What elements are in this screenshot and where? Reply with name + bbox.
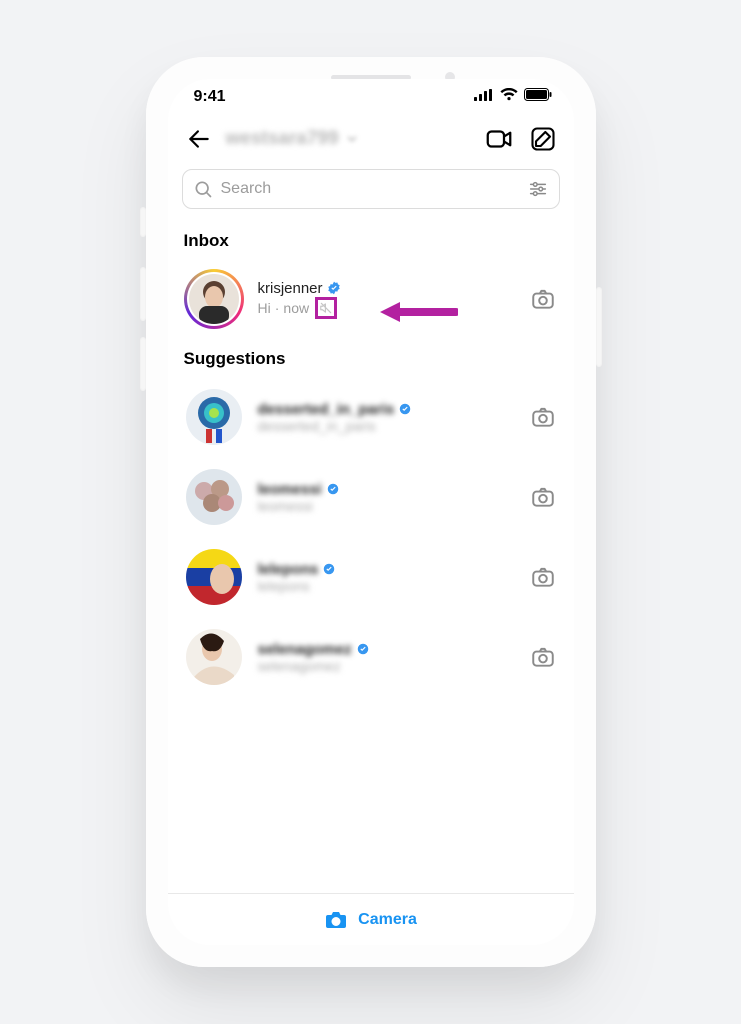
camera-icon [324, 908, 348, 932]
mute-switch [140, 207, 146, 237]
inbox-section-title: Inbox [168, 221, 574, 259]
verified-badge-icon [326, 482, 340, 496]
mute-icon [319, 301, 333, 315]
camera-shortcut[interactable] [528, 404, 558, 430]
suggestion-subtitle: desserted_in_paris [258, 418, 376, 434]
muted-indicator [315, 297, 337, 319]
suggestions-section-title: Suggestions [168, 339, 574, 377]
avatar [186, 629, 242, 685]
avatar [189, 274, 239, 324]
search-input[interactable]: Search [182, 169, 560, 209]
video-icon [484, 124, 514, 154]
volume-up [140, 267, 146, 321]
search-wrap: Search [168, 163, 574, 221]
suggestion-subtitle: leomessi [258, 498, 313, 514]
suggestion-username: selenagomez [258, 641, 352, 658]
search-placeholder: Search [221, 180, 519, 198]
suggestion-row[interactable]: desserted_in_paris desserted_in_paris [168, 377, 574, 457]
suggestion-username: leomessi [258, 481, 322, 498]
suggestion-row[interactable]: leomessi leomessi [168, 457, 574, 537]
bottom-bar: Camera [168, 893, 574, 945]
suggestion-subtitle: lelepons [258, 578, 310, 594]
screen: 9:41 [168, 79, 574, 945]
account-switcher[interactable]: westsara799 [226, 128, 472, 150]
inbox-preview: Hi [258, 300, 271, 316]
compose-button[interactable] [526, 122, 560, 156]
verified-badge-icon [398, 402, 412, 416]
avatar [186, 549, 242, 605]
battery-icon [524, 88, 552, 106]
bottom-camera-label: Camera [358, 911, 417, 929]
status-time: 9:41 [194, 88, 226, 106]
suggestion-row[interactable]: selenagomez selenagomez [168, 617, 574, 697]
wifi-icon [500, 88, 518, 106]
story-ring[interactable] [184, 269, 244, 329]
inbox-username: krisjenner [258, 280, 323, 297]
verified-badge-icon [327, 281, 341, 295]
nav-username: westsara799 [226, 128, 339, 150]
camera-shortcut[interactable] [528, 644, 558, 670]
camera-icon [530, 484, 556, 510]
cellular-icon [474, 88, 494, 106]
avatar [186, 389, 242, 445]
compose-icon [529, 125, 557, 153]
bottom-camera-button[interactable]: Camera [324, 908, 417, 932]
inbox-time: now [283, 300, 309, 316]
suggestion-row[interactable]: lelepons lelepons [168, 537, 574, 617]
annotation-arrow [378, 299, 458, 325]
back-button[interactable] [182, 122, 216, 156]
avatar [186, 469, 242, 525]
suggestion-username: lelepons [258, 561, 319, 578]
phone-mockup: 9:41 [146, 57, 596, 967]
status-bar: 9:41 [168, 79, 574, 115]
video-call-button[interactable] [482, 122, 516, 156]
inbox-row[interactable]: krisjenner Hi · now [168, 259, 574, 339]
filter-icon[interactable] [527, 178, 549, 200]
verified-badge-icon [356, 642, 370, 656]
volume-down [140, 337, 146, 391]
suggestion-username: desserted_in_paris [258, 401, 395, 418]
verified-badge-icon [322, 562, 336, 576]
camera-icon [530, 404, 556, 430]
nav-bar: westsara799 [168, 115, 574, 163]
camera-icon [530, 564, 556, 590]
arrow-left-icon [186, 126, 212, 152]
camera-icon [530, 286, 556, 312]
suggestion-subtitle: selenagomez [258, 658, 341, 674]
chevron-down-icon [345, 132, 359, 146]
search-icon [193, 179, 213, 199]
camera-shortcut[interactable] [528, 564, 558, 590]
power-button [596, 287, 602, 367]
camera-shortcut[interactable] [528, 286, 558, 312]
camera-shortcut[interactable] [528, 484, 558, 510]
camera-icon [530, 644, 556, 670]
